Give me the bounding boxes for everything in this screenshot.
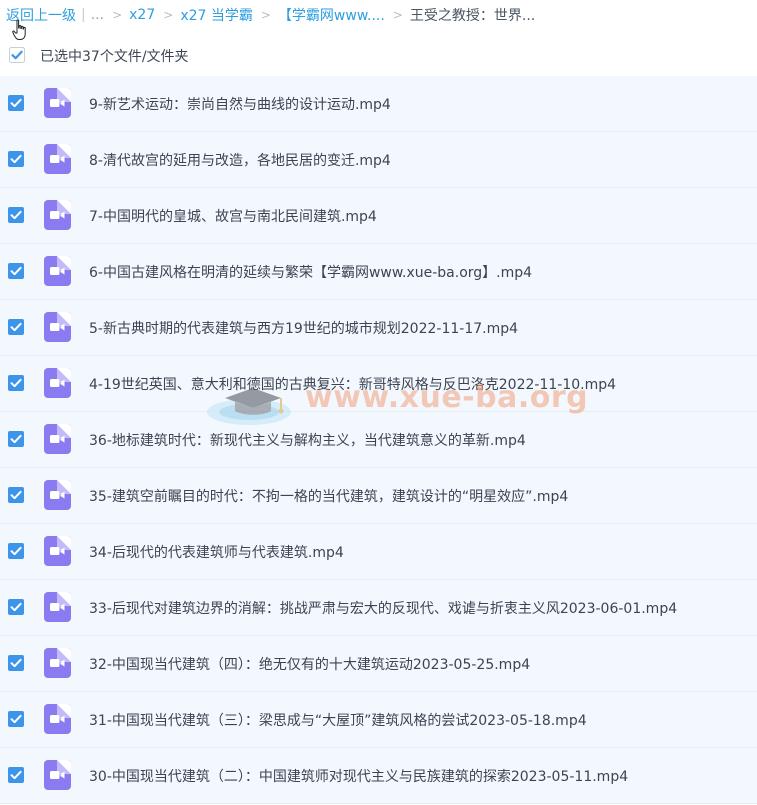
video-file-icon [44, 536, 71, 566]
file-row[interactable]: 7-中国明代的皇城、故宫与南北民间建筑.mp4 [0, 188, 757, 244]
video-file-icon [44, 312, 71, 342]
file-name[interactable]: 33-后现代对建筑边界的消解：挑战严肃与宏大的反现代、戏谑与折衷主义风2023-… [89, 598, 677, 618]
file-row[interactable]: 35-建筑空前瞩目的时代：不拘一格的当代建筑，建筑设计的“明星效应”.mp4 [0, 468, 757, 524]
file-browser: 返回上一级 | ... > x27 > x27 当学霸 > 【学霸网www...… [0, 0, 757, 805]
file-name[interactable]: 7-中国明代的皇城、故宫与南北民间建筑.mp4 [89, 206, 377, 226]
file-checkbox[interactable] [8, 151, 24, 167]
video-file-icon [44, 480, 71, 510]
breadcrumb-item-x27[interactable]: x27 [129, 7, 155, 23]
video-file-icon [44, 592, 71, 622]
file-checkbox[interactable] [8, 263, 24, 279]
file-name[interactable]: 36-地标建筑时代：新现代主义与解构主义，当代建筑意义的革新.mp4 [89, 430, 526, 450]
file-name[interactable]: 4-19世纪英国、意大利和德国的古典复兴：新哥特风格与反巴洛克2022-11-1… [89, 374, 616, 394]
breadcrumb-current: 王受之教授：世界... [409, 8, 536, 24]
file-row[interactable]: 30-中国现当代建筑（二）：中国建筑师对现代主义与民族建筑的探索2023-05-… [0, 748, 757, 804]
chevron-right-icon: > [260, 8, 271, 22]
video-file-icon [44, 144, 71, 174]
file-row[interactable]: 9-新艺术运动：崇尚自然与曲线的设计运动.mp4 [0, 76, 757, 132]
video-file-icon [44, 760, 71, 790]
file-checkbox[interactable] [8, 375, 24, 391]
file-name[interactable]: 30-中国现当代建筑（二）：中国建筑师对现代主义与民族建筑的探索2023-05-… [89, 766, 628, 786]
file-checkbox[interactable] [8, 95, 24, 111]
file-checkbox[interactable] [8, 487, 24, 503]
breadcrumb-item-x27-dangxueba[interactable]: x27 当学霸 [180, 5, 253, 25]
file-name[interactable]: 5-新古典时期的代表建筑与西方19世纪的城市规划2022-11-17.mp4 [89, 318, 518, 338]
file-row[interactable]: 4-19世纪英国、意大利和德国的古典复兴：新哥特风格与反巴洛克2022-11-1… [0, 356, 757, 412]
breadcrumb-item-xueba[interactable]: 【学霸网www.... [278, 5, 385, 25]
file-row[interactable]: 31-中国现当代建筑（三）：梁思成与“大屋顶”建筑风格的尝试2023-05-18… [0, 692, 757, 748]
video-file-icon [44, 256, 71, 286]
chevron-right-icon: > [163, 8, 174, 22]
file-name[interactable]: 6-中国古建风格在明清的延续与繁荣【学霸网www.xue-ba.org】.mp4 [89, 262, 532, 282]
file-row[interactable]: 8-清代故宫的延用与改造，各地民居的变迁.mp4 [0, 132, 757, 188]
selection-count-label: 已选中37个文件/文件夹 [40, 49, 189, 65]
file-list: 9-新艺术运动：崇尚自然与曲线的设计运动.mp4 8-清代故宫的延用与改造，各地民… [0, 76, 757, 804]
file-checkbox[interactable] [8, 207, 24, 223]
chevron-right-icon: > [112, 8, 123, 22]
chevron-right-icon: > [392, 8, 403, 22]
selection-bar: 已选中37个文件/文件夹 [0, 37, 757, 73]
file-row[interactable]: 36-地标建筑时代：新现代主义与解构主义，当代建筑意义的革新.mp4 [0, 412, 757, 468]
breadcrumb: 返回上一级 | ... > x27 > x27 当学霸 > 【学霸网www...… [6, 5, 535, 25]
video-file-icon [44, 88, 71, 118]
file-row[interactable]: 5-新古典时期的代表建筑与西方19世纪的城市规划2022-11-17.mp4 [0, 300, 757, 356]
file-checkbox[interactable] [8, 431, 24, 447]
file-checkbox[interactable] [8, 599, 24, 615]
file-name[interactable]: 35-建筑空前瞩目的时代：不拘一格的当代建筑，建筑设计的“明星效应”.mp4 [89, 486, 568, 506]
video-file-icon [44, 704, 71, 734]
back-link[interactable]: 返回上一级 [6, 5, 76, 25]
file-name[interactable]: 9-新艺术运动：崇尚自然与曲线的设计运动.mp4 [89, 94, 391, 114]
select-all-checkbox[interactable] [9, 47, 25, 63]
file-checkbox[interactable] [8, 655, 24, 671]
video-file-icon [44, 424, 71, 454]
video-file-icon [44, 200, 71, 230]
file-row[interactable]: 34-后现代的代表建筑师与代表建筑.mp4 [0, 524, 757, 580]
file-name[interactable]: 32-中国现当代建筑（四）：绝无仅有的十大建筑运动2023-05-25.mp4 [89, 654, 530, 674]
file-row[interactable]: 33-后现代对建筑边界的消解：挑战严肃与宏大的反现代、戏谑与折衷主义风2023-… [0, 580, 757, 636]
video-file-icon [44, 648, 71, 678]
file-name[interactable]: 31-中国现当代建筑（三）：梁思成与“大屋顶”建筑风格的尝试2023-05-18… [89, 710, 587, 730]
breadcrumb-divider: | [81, 7, 86, 23]
file-checkbox[interactable] [8, 543, 24, 559]
file-checkbox[interactable] [8, 711, 24, 727]
file-row[interactable]: 6-中国古建风格在明清的延续与繁荣【学霸网www.xue-ba.org】.mp4 [0, 244, 757, 300]
file-name[interactable]: 8-清代故宫的延用与改造，各地民居的变迁.mp4 [89, 150, 391, 170]
file-name[interactable]: 34-后现代的代表建筑师与代表建筑.mp4 [89, 542, 344, 562]
file-checkbox[interactable] [8, 319, 24, 335]
file-checkbox[interactable] [8, 767, 24, 783]
file-row[interactable]: 32-中国现当代建筑（四）：绝无仅有的十大建筑运动2023-05-25.mp4 [0, 636, 757, 692]
video-file-icon [44, 368, 71, 398]
breadcrumb-ellipsis[interactable]: ... [91, 7, 104, 23]
